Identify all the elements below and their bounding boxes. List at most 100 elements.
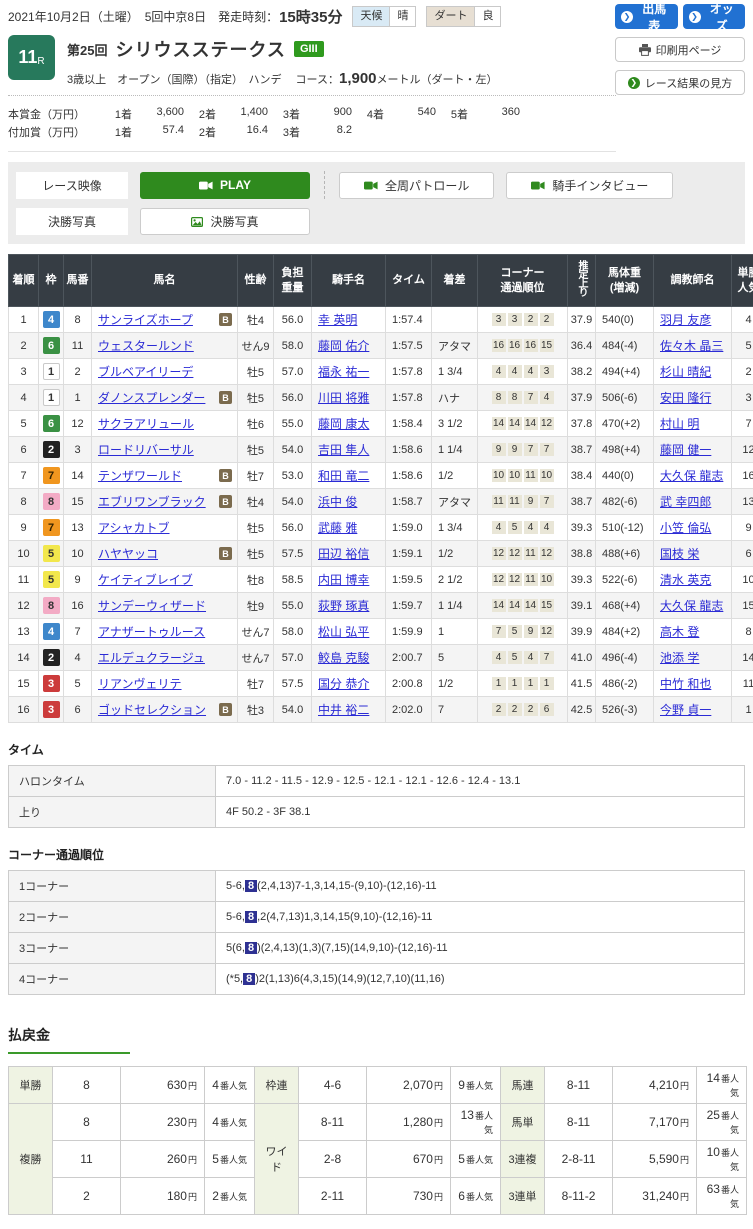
trainer-link[interactable]: 清水 英克 [660, 573, 711, 587]
odds-button[interactable]: ❯オッズ [683, 4, 746, 29]
trainer-link[interactable]: 今野 貞一 [660, 703, 711, 717]
finish-photo-button[interactable]: 決勝写真 [140, 208, 310, 235]
result-guide-button[interactable]: ❯レース結果の見方 [615, 70, 745, 95]
horse-link[interactable]: サクラアリュール [98, 415, 194, 432]
trainer-link[interactable]: 高木 登 [660, 625, 699, 639]
horse-link[interactable]: ウェスタールンド [98, 337, 194, 354]
jockey-link[interactable]: 国分 恭介 [318, 677, 369, 691]
prize-pair: 4着540 [352, 106, 436, 122]
jockey-link[interactable]: 藤岡 康太 [318, 417, 369, 431]
horse-link[interactable]: サンデーウィザード [98, 597, 206, 614]
jockey-link[interactable]: 川田 将雅 [318, 391, 369, 405]
payout-amount: 1,280円 [367, 1104, 451, 1141]
jockey-link[interactable]: 田辺 裕信 [318, 547, 369, 561]
patrol-video-button[interactable]: 全周パトロール [339, 172, 494, 199]
jockey-link[interactable]: 吉田 隼人 [318, 443, 369, 457]
horse-link[interactable]: ケイティブレイブ [98, 571, 193, 588]
jockey-cell: 川田 将雅 [312, 385, 386, 411]
race-header: 11R 第25回 シリウスステークス GIII 3歳以上 オープン（国際）（指定… [8, 35, 616, 96]
jockey-link[interactable]: 幸 英明 [318, 313, 357, 327]
entry-table-button[interactable]: ❯出馬表 [615, 4, 678, 29]
corner-chip: 4 [540, 391, 554, 404]
last-3f: 39.1 [568, 593, 596, 619]
finish-time: 2:00.7 [386, 645, 432, 671]
horse-link[interactable]: ハヤヤッコ [98, 545, 158, 562]
body-weight: 484(+2) [596, 619, 654, 645]
blinker-badge: B [219, 703, 232, 716]
time-row: ハロンタイム7.0 - 11.2 - 11.5 - 12.9 - 12.5 - … [9, 766, 745, 797]
trainer-link[interactable]: 池添 学 [660, 651, 699, 665]
divider [324, 171, 325, 199]
jockey-link[interactable]: 福永 祐一 [318, 365, 369, 379]
print-page-button[interactable]: 印刷用ページ [615, 37, 745, 62]
bet-type-label: 枠連 [255, 1067, 299, 1104]
last-3f: 38.7 [568, 489, 596, 515]
horse-link[interactable]: エルデュクラージュ [98, 649, 205, 666]
horse-link[interactable]: ブルベアイリーデ [98, 363, 193, 380]
prize-place-label: 1着 [100, 124, 132, 140]
trainer-link[interactable]: 村山 明 [660, 417, 699, 431]
horse-link[interactable]: ダノンスプレンダー [98, 389, 205, 406]
trainer-link[interactable]: 中竹 和也 [660, 677, 711, 691]
finish-time: 1:58.4 [386, 411, 432, 437]
trainer-link[interactable]: 佐々木 晶三 [660, 339, 723, 353]
horse-link[interactable]: アシャカトブ [98, 519, 170, 536]
trainer-link[interactable]: 大久保 龍志 [660, 599, 723, 613]
prize-money-section: 本賞金（万円） 1着3,6002着1,4003着9004着5405着360 付加… [8, 96, 616, 152]
frame-number-badge: 3 [43, 701, 60, 718]
jockey-link[interactable]: 鮫島 克駿 [318, 651, 369, 665]
prize-place-label: 3着 [268, 106, 300, 122]
corner-chip: 14 [524, 417, 538, 430]
corner-row-value: (*5,8)2(1,13)6(4,3,15)(14,9)(12,7,10)(11… [216, 964, 745, 995]
trainer-link[interactable]: 藤岡 健一 [660, 443, 711, 457]
jockey-link[interactable]: 荻野 琢真 [318, 599, 369, 613]
jockey-link[interactable]: 浜中 俊 [318, 495, 357, 509]
horse-link[interactable]: アナザートゥルース [98, 623, 205, 640]
trainer-link[interactable]: 杉山 晴紀 [660, 365, 711, 379]
result-row: 1347アナザートゥルースせん758.0松山 弘平1:59.917591239.… [9, 619, 753, 645]
frame-cell: 3 [39, 671, 64, 697]
corner-chip: 1 [508, 677, 522, 690]
trainer-link[interactable]: 大久保 龍志 [660, 469, 723, 483]
jockey-link[interactable]: 武藤 雅 [318, 521, 357, 535]
horse-link[interactable]: サンライズホープ [98, 311, 193, 328]
corner-chip: 7 [524, 443, 538, 456]
jockey-interview-button[interactable]: 騎手インタビュー [506, 172, 673, 199]
jockey-link[interactable]: 中井 裕二 [318, 703, 369, 717]
jockey-link[interactable]: 内田 博幸 [318, 573, 369, 587]
horse-link[interactable]: ロードリバーサル [98, 441, 194, 458]
load-weight: 55.0 [274, 593, 312, 619]
frame-cell: 7 [39, 515, 64, 541]
load-weight: 57.0 [274, 645, 312, 671]
trainer-link[interactable]: 安田 隆行 [660, 391, 711, 405]
added-prize-values: 1着57.42着16.43着8.2 [100, 124, 352, 140]
horse-link[interactable]: リアンヴェリテ [98, 675, 182, 692]
win-favorite: 14 [732, 645, 753, 671]
jockey-link[interactable]: 藤岡 佑介 [318, 339, 369, 353]
trainer-cell: 高木 登 [654, 619, 732, 645]
jockey-link[interactable]: 和田 竜二 [318, 469, 369, 483]
finish-position: 16 [9, 697, 39, 723]
horse-name-wrap: ウェスタールンド [98, 337, 235, 354]
horse-link[interactable]: エブリワンブラック [98, 493, 206, 510]
horse-link[interactable]: ゴッドセレクション [98, 701, 206, 718]
trainer-link[interactable]: 小笠 倫弘 [660, 521, 711, 535]
play-video-button[interactable]: PLAY [140, 172, 310, 199]
prize-value: 16.4 [216, 124, 268, 140]
favorite-suffix: 番人気 [466, 1081, 493, 1091]
horse-name-cell: サンデーウィザード [92, 593, 238, 619]
column-header: 単勝 人気 [732, 255, 753, 307]
horse-link[interactable]: テンザワールド [98, 467, 182, 484]
finish-position: 4 [9, 385, 39, 411]
column-header: 負担 重量 [274, 255, 312, 307]
prize-pair: 2着16.4 [184, 124, 268, 140]
payout-row: 2180円2番人気2-11730円6番人気3連単8-11-231,240円63番… [9, 1178, 747, 1215]
jockey-link[interactable]: 松山 弘平 [318, 625, 369, 639]
trainer-link[interactable]: 武 幸四郎 [660, 495, 711, 509]
trainer-link[interactable]: 羽月 友彦 [660, 313, 711, 327]
horse-name-wrap: ケイティブレイブ [98, 571, 235, 588]
horse-name-cell: ウェスタールンド [92, 333, 238, 359]
margin: 1 1/4 [432, 437, 478, 463]
horse-name-wrap: ハヤヤッコB [98, 545, 235, 562]
trainer-link[interactable]: 国枝 栄 [660, 547, 699, 561]
